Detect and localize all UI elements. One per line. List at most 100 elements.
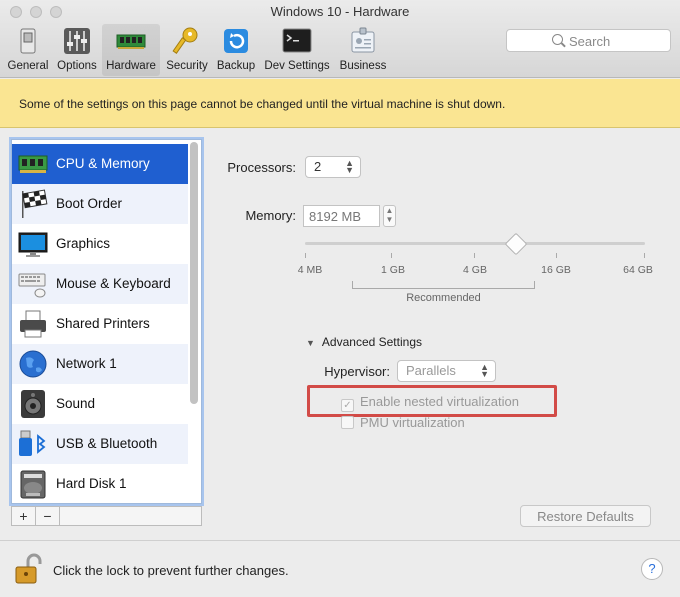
- memory-input[interactable]: 8192 MB: [303, 205, 380, 227]
- id-badge-icon: [348, 26, 378, 56]
- sidebar-item-network-1[interactable]: Network 1: [12, 344, 188, 384]
- empty-checkbox-icon: [341, 416, 354, 429]
- slider-tick: [644, 253, 645, 258]
- processors-value: 2: [314, 159, 322, 174]
- processors-label: Processors:: [227, 160, 296, 175]
- processors-select[interactable]: 2 ▲ ▼: [305, 156, 361, 178]
- restore-defaults-button[interactable]: Restore Defaults: [520, 505, 651, 527]
- sidebar-item-label: Shared Printers: [56, 316, 150, 331]
- tab-business[interactable]: Business: [335, 24, 391, 76]
- recommended-label: Recommended: [406, 292, 481, 304]
- tab-options[interactable]: Options: [54, 24, 100, 76]
- key-icon: [172, 26, 202, 56]
- pmu-virtualization-checkbox[interactable]: PMU virtualization: [341, 415, 465, 430]
- sidebar-item-label: Boot Order: [56, 196, 123, 211]
- memory-chip-icon: [116, 26, 146, 56]
- sidebar-item-label: CPU & Memory: [56, 156, 150, 171]
- tab-dev-settings[interactable]: Dev Settings: [261, 24, 333, 76]
- slider-tick-label: 4 MB: [297, 264, 323, 276]
- checkmark-icon: ✓: [341, 399, 354, 412]
- advanced-settings-heading: Advanced Settings: [321, 335, 422, 349]
- sidebar-item-graphics[interactable]: Graphics: [12, 224, 188, 264]
- hypervisor-label: Hypervisor:: [324, 364, 390, 379]
- tab-backup[interactable]: Backup: [213, 24, 259, 76]
- slider-tick: [391, 253, 392, 258]
- banner-text: Some of the settings on this page cannot…: [19, 97, 506, 111]
- tab-general-label: General: [7, 60, 49, 72]
- memory-slider-track[interactable]: [305, 242, 645, 245]
- tab-security-label: Security: [166, 60, 208, 72]
- checkered-flag-icon: [18, 188, 48, 220]
- search-placeholder: Search: [569, 34, 611, 49]
- tab-dev-settings-label: Dev Settings: [264, 60, 330, 72]
- advanced-settings-disclosure[interactable]: ▼ Advanced Settings: [306, 335, 422, 349]
- tab-security[interactable]: Security: [163, 24, 211, 76]
- sidebar-item-label: Hard Disk 1: [56, 476, 127, 491]
- keyboard-mouse-icon: [18, 268, 48, 300]
- remove-device-button[interactable]: −: [36, 507, 60, 525]
- sliders-icon: [62, 26, 92, 56]
- list-edit-bar: + −: [11, 506, 202, 526]
- tab-backup-label: Backup: [216, 60, 256, 72]
- nested-virtualization-checkbox[interactable]: ✓ Enable nested virtualization: [341, 394, 519, 412]
- hard-disk-icon: [18, 468, 48, 500]
- tab-options-label: Options: [57, 60, 97, 72]
- globe-icon: [18, 348, 48, 380]
- sidebar-item-usb-bluetooth[interactable]: USB & Bluetooth: [12, 424, 188, 464]
- hypervisor-value: Parallels: [406, 363, 456, 378]
- sidebar-item-label: Mouse & Keyboard: [56, 276, 171, 291]
- updown-arrows-icon: ▲ ▼: [480, 362, 489, 379]
- sidebar-item-mouse-keyboard[interactable]: Mouse & Keyboard: [12, 264, 188, 304]
- slider-tick-label: 4 GB: [463, 264, 487, 276]
- search-field[interactable]: Search: [506, 29, 671, 52]
- memory-label: Memory:: [245, 208, 296, 223]
- hardware-list-scrollbar[interactable]: [190, 142, 198, 404]
- sidebar-item-cpu-memory[interactable]: CPU & Memory: [12, 144, 188, 184]
- sidebar-item-sound[interactable]: Sound: [12, 384, 188, 424]
- lock-instruction-text: Click the lock to prevent further change…: [53, 563, 289, 578]
- shutdown-warning-banner: Some of the settings on this page cannot…: [0, 79, 680, 128]
- hardware-list[interactable]: CPU & Memory Boot Order Graphics Mouse &…: [11, 139, 202, 504]
- printer-icon: [18, 308, 48, 340]
- recommended-range-bracket: [352, 281, 535, 289]
- memory-stepper[interactable]: ▲ ▼: [383, 205, 396, 227]
- stepper-up-icon: ▲: [385, 206, 394, 215]
- speaker-icon: [18, 388, 48, 420]
- sidebar-item-boot-order[interactable]: Boot Order: [12, 184, 188, 224]
- slider-tick: [474, 253, 475, 258]
- updown-arrows-icon: ▲ ▼: [345, 158, 354, 175]
- footer-bar: Click the lock to prevent further change…: [0, 540, 680, 597]
- slider-tick-label: 1 GB: [381, 264, 405, 276]
- backup-icon: [221, 26, 251, 56]
- disclosure-triangle-icon: ▼: [306, 338, 315, 348]
- pmu-virtualization-label: PMU virtualization: [360, 415, 465, 430]
- help-button[interactable]: ?: [641, 558, 663, 580]
- slider-tick-label: 64 GB: [623, 264, 653, 276]
- tab-business-label: Business: [339, 60, 387, 72]
- sidebar-item-label: Network 1: [56, 356, 117, 371]
- sidebar-item-hard-disk-1[interactable]: Hard Disk 1: [12, 464, 188, 503]
- sidebar-item-shared-printers[interactable]: Shared Printers: [12, 304, 188, 344]
- tab-hardware[interactable]: Hardware: [102, 24, 160, 76]
- switch-icon: [13, 26, 43, 56]
- tab-general[interactable]: General: [5, 24, 51, 76]
- memory-slider-thumb[interactable]: [504, 232, 528, 256]
- cpu-memory-icon: [18, 148, 48, 180]
- monitor-icon: [18, 228, 48, 260]
- nested-virtualization-label: Enable nested virtualization: [360, 394, 519, 409]
- sidebar-item-label: Graphics: [56, 236, 111, 251]
- lock-open-icon[interactable]: [14, 553, 42, 585]
- terminal-icon: [282, 26, 312, 56]
- hypervisor-select[interactable]: Parallels ▲ ▼: [397, 360, 496, 382]
- slider-tick: [305, 253, 306, 258]
- stepper-down-icon: ▼: [385, 215, 394, 224]
- window-title: Windows 10 - Hardware: [270, 4, 410, 19]
- search-icon: [552, 34, 563, 45]
- sidebar-item-label: USB & Bluetooth: [56, 436, 158, 451]
- window-titlebar: Windows 10 - Hardware General Options Ha…: [0, 0, 680, 78]
- slider-tick-label: 16 GB: [541, 264, 571, 276]
- slider-tick: [556, 253, 557, 258]
- usb-bluetooth-icon: [18, 428, 48, 460]
- tab-hardware-label: Hardware: [106, 60, 156, 72]
- add-device-button[interactable]: +: [12, 507, 36, 525]
